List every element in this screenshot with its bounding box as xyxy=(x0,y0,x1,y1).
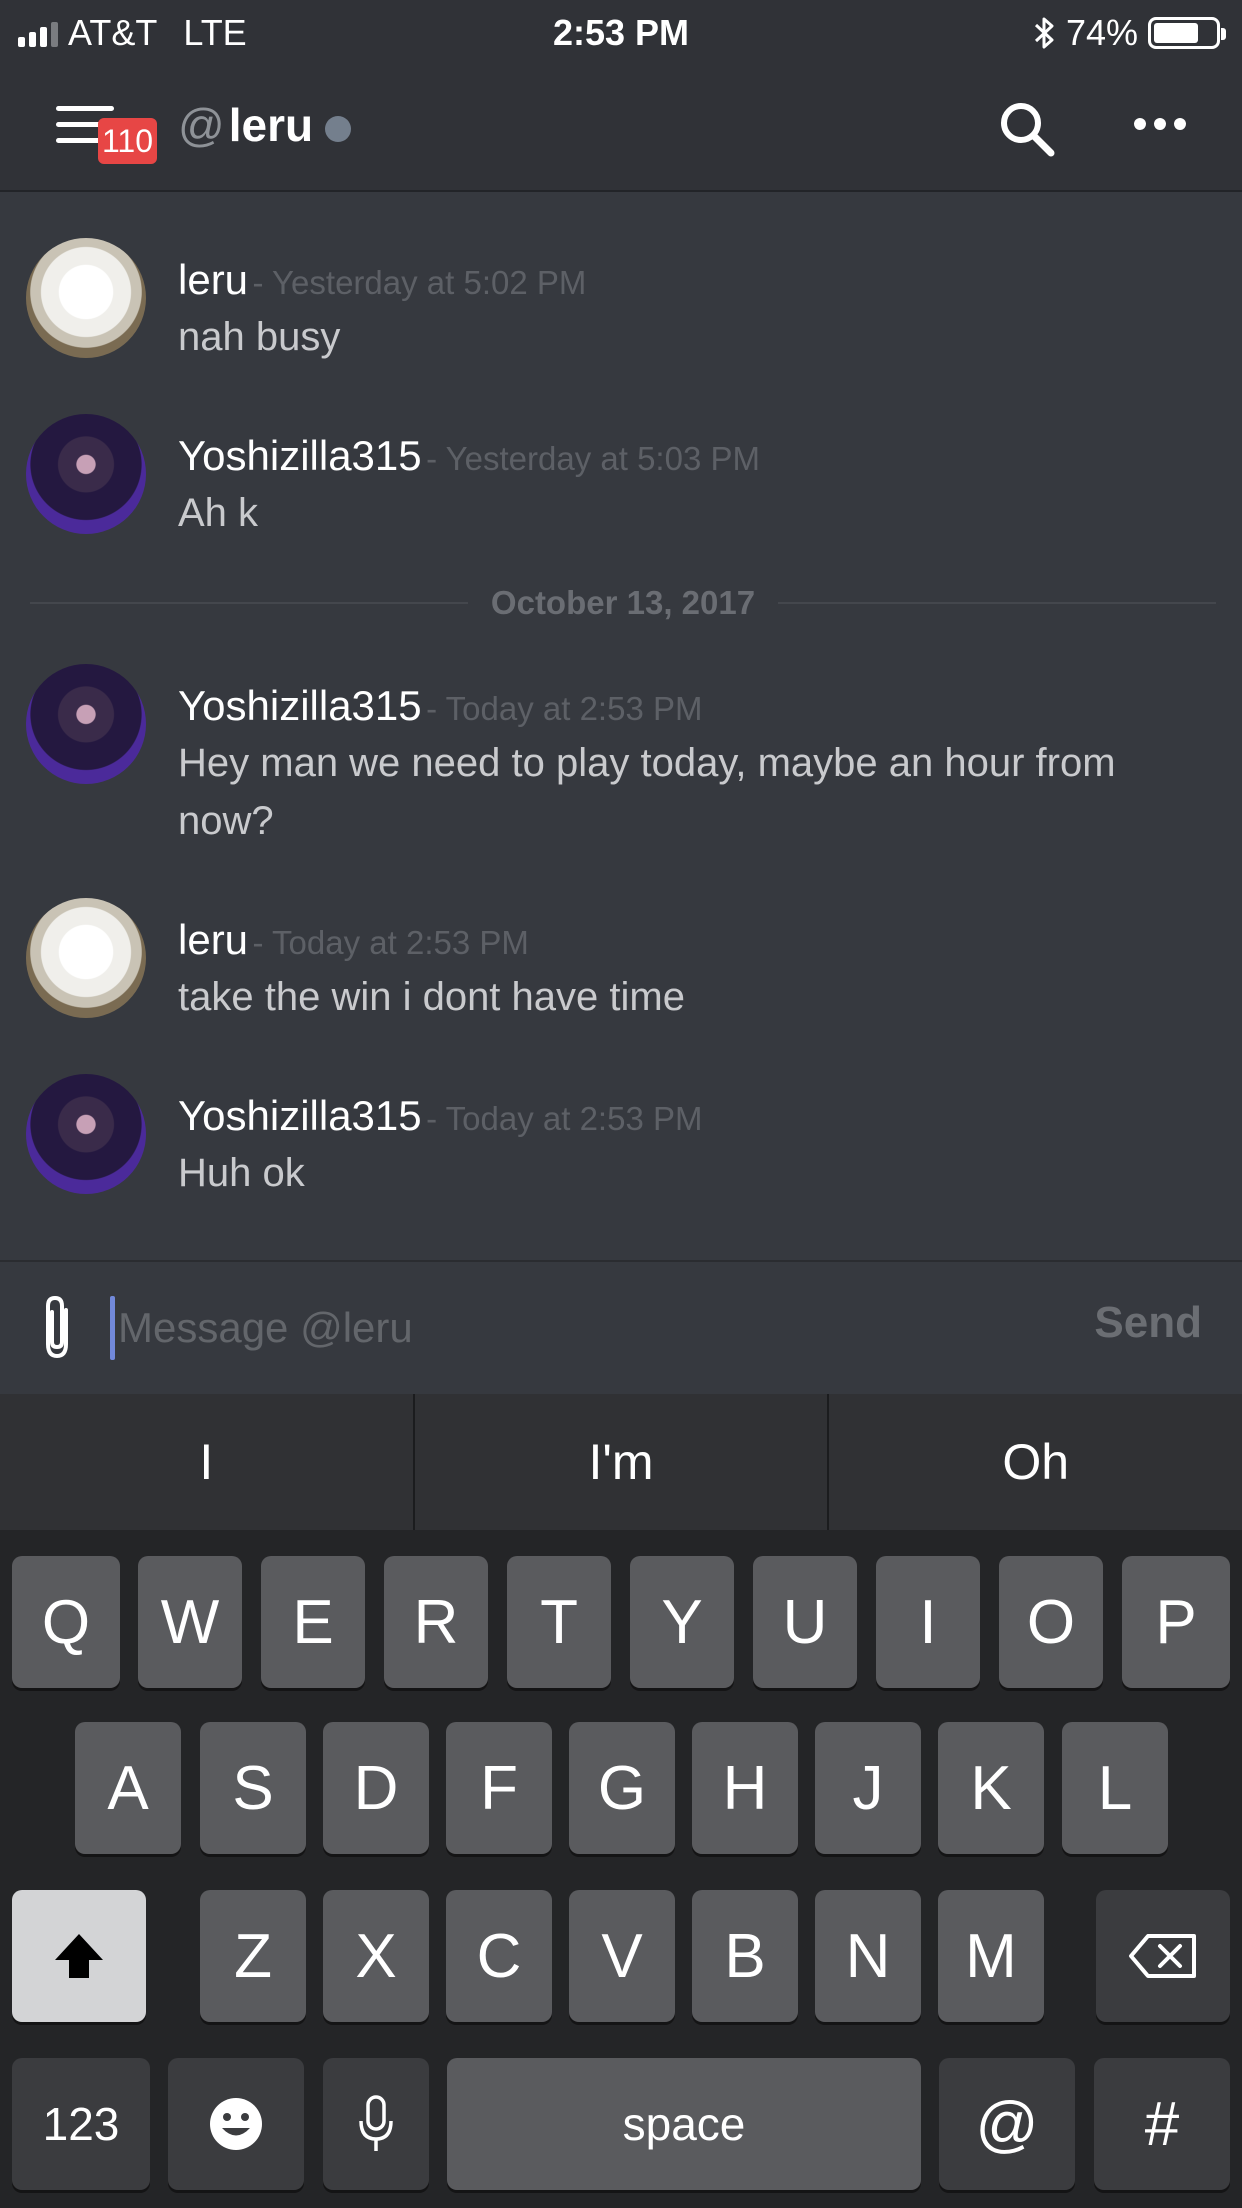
key[interactable]: O xyxy=(999,1556,1103,1688)
emoji-key[interactable] xyxy=(168,2058,304,2190)
message-author[interactable]: Yoshizilla315 xyxy=(178,1092,422,1139)
key[interactable]: J xyxy=(815,1722,921,1854)
channel-title: @ leru xyxy=(178,98,352,152)
unread-badge: 110 xyxy=(98,118,158,164)
numbers-key[interactable]: 123 xyxy=(12,2058,150,2190)
key[interactable]: M xyxy=(938,1890,1044,2022)
key[interactable]: B xyxy=(692,1890,798,2022)
text-cursor xyxy=(110,1296,115,1360)
key[interactable]: E xyxy=(261,1556,365,1688)
message-author[interactable]: Yoshizilla315 xyxy=(178,682,422,729)
backspace-icon xyxy=(1129,1934,1196,1978)
keyboard: I I'm Oh Q W E R T Y U I O P A S D F G H… xyxy=(0,1394,1242,2208)
top-bar: AT&T LTE 2:53 PM 74% 110 @ leru xyxy=(0,0,1242,192)
microphone-icon xyxy=(359,2095,393,2151)
channel-header: 110 @ leru xyxy=(0,62,1242,190)
date-divider-label: October 13, 2017 xyxy=(490,584,756,621)
hash-key[interactable]: # xyxy=(1094,2058,1230,2190)
message-timestamp: - Today at 2:53 PM xyxy=(252,924,529,961)
bluetooth-icon xyxy=(1034,17,1054,49)
message-text: Hey man we need to play today, maybe an … xyxy=(178,741,1116,843)
send-button[interactable]: Send xyxy=(1094,1298,1202,1348)
avatar[interactable] xyxy=(26,664,146,784)
key[interactable]: R xyxy=(384,1556,488,1688)
suggestion-bar: I I'm Oh xyxy=(0,1394,1242,1530)
emoji-icon xyxy=(210,2098,262,2150)
avatar[interactable] xyxy=(26,238,146,358)
message-list[interactable]: leru - Yesterday at 5:02 PM nah busy Yos… xyxy=(0,194,1242,1260)
key[interactable]: N xyxy=(815,1890,921,2022)
avatar[interactable] xyxy=(26,1074,146,1194)
suggestion[interactable]: I'm xyxy=(415,1394,828,1530)
key[interactable]: V xyxy=(569,1890,675,2022)
backspace-key[interactable] xyxy=(1096,1890,1230,2022)
status-right: 74% xyxy=(1034,12,1226,54)
suggestion[interactable]: I xyxy=(0,1394,413,1530)
shift-key[interactable] xyxy=(12,1890,146,2022)
message-text: Ah k xyxy=(178,491,259,535)
avatar[interactable] xyxy=(26,414,146,534)
message-timestamp: - Yesterday at 5:02 PM xyxy=(252,264,587,301)
message-timestamp: - Today at 2:53 PM xyxy=(426,1100,703,1137)
key[interactable]: Z xyxy=(200,1890,306,2022)
message-text: take the win i dont have time xyxy=(178,975,685,1019)
key[interactable]: I xyxy=(876,1556,980,1688)
key[interactable]: L xyxy=(1062,1722,1168,1854)
key[interactable]: U xyxy=(753,1556,857,1688)
battery-percent: 74% xyxy=(1065,12,1138,53)
key[interactable]: Y xyxy=(630,1556,734,1688)
message-text: nah busy xyxy=(178,315,341,359)
dictation-key[interactable] xyxy=(323,2058,429,2190)
key[interactable]: K xyxy=(938,1722,1044,1854)
key[interactable]: H xyxy=(692,1722,798,1854)
presence-indicator xyxy=(325,116,352,142)
message-author[interactable]: leru xyxy=(178,916,248,963)
date-divider: October 13, 2017 xyxy=(30,582,1216,622)
battery-icon xyxy=(1148,17,1226,49)
key[interactable]: G xyxy=(569,1722,675,1854)
message-meta: leru - Yesterday at 5:02 PM xyxy=(178,256,586,304)
message-meta: Yoshizilla315 - Today at 2:53 PM xyxy=(178,682,702,730)
message-timestamp: - Today at 2:53 PM xyxy=(426,690,703,727)
message-meta: Yoshizilla315 - Today at 2:53 PM xyxy=(178,1092,702,1140)
key[interactable]: W xyxy=(138,1556,242,1688)
avatar[interactable] xyxy=(26,898,146,1018)
key[interactable]: T xyxy=(507,1556,611,1688)
at-symbol: @ xyxy=(178,99,225,151)
key[interactable]: D xyxy=(323,1722,429,1854)
more-icon[interactable] xyxy=(1134,118,1186,130)
message-meta: leru - Today at 2:53 PM xyxy=(178,916,529,964)
space-key[interactable]: space xyxy=(447,2058,921,2190)
status-bar: AT&T LTE 2:53 PM 74% xyxy=(0,0,1242,62)
message-author[interactable]: Yoshizilla315 xyxy=(178,432,422,479)
battery-fill xyxy=(1154,23,1199,43)
message-text: Huh ok xyxy=(178,1151,305,1195)
suggestion[interactable]: Oh xyxy=(829,1394,1242,1530)
key[interactable]: S xyxy=(200,1722,306,1854)
key[interactable]: P xyxy=(1122,1556,1230,1688)
channel-name: leru xyxy=(228,99,314,151)
key[interactable]: C xyxy=(446,1890,552,2022)
key[interactable]: A xyxy=(75,1722,181,1854)
key[interactable]: X xyxy=(323,1890,429,2022)
message-composer: Send xyxy=(0,1260,1242,1394)
key[interactable]: F xyxy=(446,1722,552,1854)
message-timestamp: - Yesterday at 5:03 PM xyxy=(426,440,760,477)
at-key[interactable]: @ xyxy=(939,2058,1075,2190)
message-input[interactable] xyxy=(118,1290,1018,1366)
search-icon[interactable] xyxy=(998,100,1056,158)
message-author[interactable]: leru xyxy=(178,256,248,303)
attach-icon[interactable] xyxy=(36,1292,80,1364)
key[interactable]: Q xyxy=(12,1556,120,1688)
shift-icon xyxy=(55,1934,103,1978)
message-meta: Yoshizilla315 - Yesterday at 5:03 PM xyxy=(178,432,760,480)
